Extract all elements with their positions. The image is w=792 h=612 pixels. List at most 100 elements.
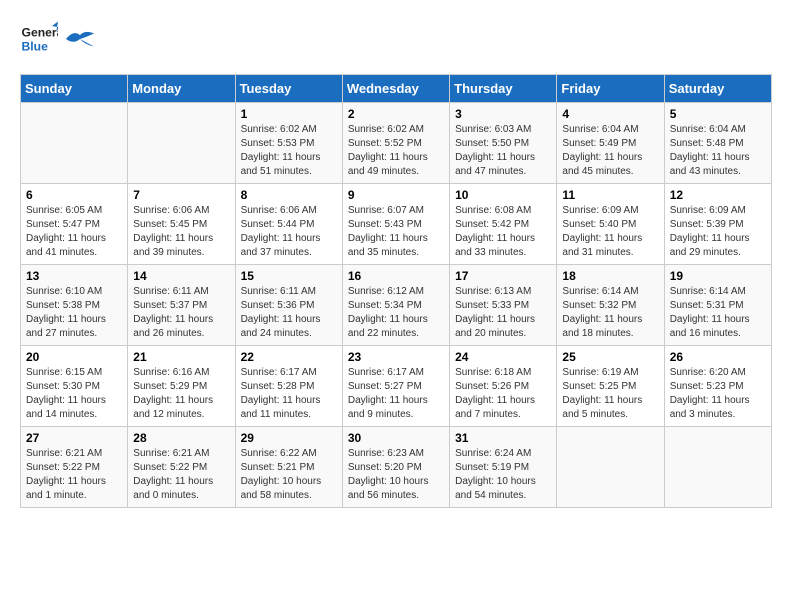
day-number: 12 [670, 188, 766, 202]
day-info: Sunrise: 6:10 AM Sunset: 5:38 PM Dayligh… [26, 285, 122, 341]
calendar-cell: 8 Sunrise: 6:06 AM Sunset: 5:44 PM Daylig… [235, 184, 342, 265]
calendar-cell: 16Sunrise: 6:12 AM Sunset: 5:34 PM Dayli… [342, 265, 449, 346]
day-info: Sunrise: 6:09 AM Sunset: 5:39 PM Dayligh… [670, 204, 766, 260]
day-number: 18 [562, 269, 658, 283]
day-info: Sunrise: 6:14 AM Sunset: 5:32 PM Dayligh… [562, 285, 658, 341]
calendar-week-row: 27 Sunrise: 6:21 AM Sunset: 5:22 PM Dayli… [21, 427, 772, 508]
calendar-cell [128, 103, 235, 184]
day-number: 14 [133, 269, 229, 283]
calendar-cell: 21 Sunrise: 6:16 AM Sunset: 5:29 PM Dayli… [128, 346, 235, 427]
day-info: Sunrise: 6:15 AM Sunset: 5:30 PM Dayligh… [26, 366, 122, 422]
logo-bird-icon [66, 25, 94, 53]
calendar-cell: 15 Sunrise: 6:11 AM Sunset: 5:36 PM Dayli… [235, 265, 342, 346]
day-info: Sunrise: 6:05 AM Sunset: 5:47 PM Dayligh… [26, 204, 122, 260]
day-info: Sunrise: 6:19 AM Sunset: 5:25 PM Dayligh… [562, 366, 658, 422]
day-info: Sunrise: 6:06 AM Sunset: 5:45 PM Dayligh… [133, 204, 229, 260]
day-number: 19 [670, 269, 766, 283]
day-info: Sunrise: 6:12 AM Sunset: 5:34 PM Dayligh… [348, 285, 444, 341]
calendar-cell: 12 Sunrise: 6:09 AM Sunset: 5:39 PM Dayli… [664, 184, 771, 265]
day-header-sunday: Sunday [21, 75, 128, 103]
logo-icon: General Blue [20, 20, 58, 58]
calendar-cell: 6 Sunrise: 6:05 AM Sunset: 5:47 PM Daylig… [21, 184, 128, 265]
calendar-cell: 9Sunrise: 6:07 AM Sunset: 5:43 PM Daylig… [342, 184, 449, 265]
day-number: 26 [670, 350, 766, 364]
day-number: 28 [133, 431, 229, 445]
day-number: 4 [562, 107, 658, 121]
day-header-tuesday: Tuesday [235, 75, 342, 103]
day-info: Sunrise: 6:09 AM Sunset: 5:40 PM Dayligh… [562, 204, 658, 260]
calendar-cell: 29Sunrise: 6:22 AM Sunset: 5:21 PM Dayli… [235, 427, 342, 508]
day-number: 5 [670, 107, 766, 121]
day-info: Sunrise: 6:17 AM Sunset: 5:28 PM Dayligh… [241, 366, 337, 422]
day-info: Sunrise: 6:20 AM Sunset: 5:23 PM Dayligh… [670, 366, 766, 422]
calendar-header-row: SundayMondayTuesdayWednesdayThursdayFrid… [21, 75, 772, 103]
day-number: 1 [241, 107, 337, 121]
day-info: Sunrise: 6:21 AM Sunset: 5:22 PM Dayligh… [133, 447, 229, 503]
calendar-cell: 22 Sunrise: 6:17 AM Sunset: 5:28 PM Dayli… [235, 346, 342, 427]
calendar-cell: 10 Sunrise: 6:08 AM Sunset: 5:42 PM Dayli… [450, 184, 557, 265]
day-number: 20 [26, 350, 122, 364]
day-info: Sunrise: 6:24 AM Sunset: 5:19 PM Dayligh… [455, 447, 551, 503]
day-number: 11 [562, 188, 658, 202]
day-number: 10 [455, 188, 551, 202]
calendar-cell: 23Sunrise: 6:17 AM Sunset: 5:27 PM Dayli… [342, 346, 449, 427]
day-number: 17 [455, 269, 551, 283]
day-info: Sunrise: 6:06 AM Sunset: 5:44 PM Dayligh… [241, 204, 337, 260]
day-number: 15 [241, 269, 337, 283]
calendar-cell: 11 Sunrise: 6:09 AM Sunset: 5:40 PM Dayli… [557, 184, 664, 265]
calendar-cell: 28 Sunrise: 6:21 AM Sunset: 5:22 PM Dayli… [128, 427, 235, 508]
day-number: 30 [348, 431, 444, 445]
svg-text:Blue: Blue [22, 39, 49, 53]
calendar-cell: 7 Sunrise: 6:06 AM Sunset: 5:45 PM Daylig… [128, 184, 235, 265]
day-info: Sunrise: 6:14 AM Sunset: 5:31 PM Dayligh… [670, 285, 766, 341]
day-number: 2 [348, 107, 444, 121]
day-info: Sunrise: 6:02 AM Sunset: 5:53 PM Dayligh… [241, 123, 337, 179]
day-info: Sunrise: 6:23 AM Sunset: 5:20 PM Dayligh… [348, 447, 444, 503]
day-number: 8 [241, 188, 337, 202]
calendar-cell: 19 Sunrise: 6:14 AM Sunset: 5:31 PM Dayli… [664, 265, 771, 346]
calendar-cell: 4 Sunrise: 6:04 AM Sunset: 5:49 PM Daylig… [557, 103, 664, 184]
calendar-week-row: 6 Sunrise: 6:05 AM Sunset: 5:47 PM Daylig… [21, 184, 772, 265]
day-number: 29 [241, 431, 337, 445]
calendar-cell: 17 Sunrise: 6:13 AM Sunset: 5:33 PM Dayli… [450, 265, 557, 346]
calendar-cell: 25 Sunrise: 6:19 AM Sunset: 5:25 PM Dayli… [557, 346, 664, 427]
day-number: 21 [133, 350, 229, 364]
calendar-cell: 20 Sunrise: 6:15 AM Sunset: 5:30 PM Dayli… [21, 346, 128, 427]
calendar-cell: 1 Sunrise: 6:02 AM Sunset: 5:53 PM Daylig… [235, 103, 342, 184]
day-number: 6 [26, 188, 122, 202]
calendar-week-row: 1 Sunrise: 6:02 AM Sunset: 5:53 PM Daylig… [21, 103, 772, 184]
day-info: Sunrise: 6:11 AM Sunset: 5:36 PM Dayligh… [241, 285, 337, 341]
day-header-monday: Monday [128, 75, 235, 103]
day-number: 3 [455, 107, 551, 121]
day-number: 25 [562, 350, 658, 364]
calendar-cell: 5Sunrise: 6:04 AM Sunset: 5:48 PM Daylig… [664, 103, 771, 184]
day-number: 7 [133, 188, 229, 202]
svg-text:General: General [22, 26, 58, 40]
calendar-cell: 26 Sunrise: 6:20 AM Sunset: 5:23 PM Dayli… [664, 346, 771, 427]
calendar-cell: 30 Sunrise: 6:23 AM Sunset: 5:20 PM Dayli… [342, 427, 449, 508]
calendar-cell [21, 103, 128, 184]
day-info: Sunrise: 6:13 AM Sunset: 5:33 PM Dayligh… [455, 285, 551, 341]
day-header-thursday: Thursday [450, 75, 557, 103]
calendar-cell: 24 Sunrise: 6:18 AM Sunset: 5:26 PM Dayli… [450, 346, 557, 427]
calendar-cell: 13 Sunrise: 6:10 AM Sunset: 5:38 PM Dayli… [21, 265, 128, 346]
day-number: 9 [348, 188, 444, 202]
calendar-table: SundayMondayTuesdayWednesdayThursdayFrid… [20, 74, 772, 508]
day-info: Sunrise: 6:08 AM Sunset: 5:42 PM Dayligh… [455, 204, 551, 260]
calendar-cell: 31 Sunrise: 6:24 AM Sunset: 5:19 PM Dayli… [450, 427, 557, 508]
calendar-cell: 14Sunrise: 6:11 AM Sunset: 5:37 PM Dayli… [128, 265, 235, 346]
day-number: 13 [26, 269, 122, 283]
page-header: General Blue [20, 20, 772, 58]
day-info: Sunrise: 6:03 AM Sunset: 5:50 PM Dayligh… [455, 123, 551, 179]
day-info: Sunrise: 6:04 AM Sunset: 5:49 PM Dayligh… [562, 123, 658, 179]
calendar-cell: 2Sunrise: 6:02 AM Sunset: 5:52 PM Daylig… [342, 103, 449, 184]
day-number: 31 [455, 431, 551, 445]
calendar-cell: 18 Sunrise: 6:14 AM Sunset: 5:32 PM Dayli… [557, 265, 664, 346]
day-info: Sunrise: 6:16 AM Sunset: 5:29 PM Dayligh… [133, 366, 229, 422]
logo: General Blue [20, 20, 94, 58]
day-number: 24 [455, 350, 551, 364]
day-number: 22 [241, 350, 337, 364]
day-header-saturday: Saturday [664, 75, 771, 103]
day-info: Sunrise: 6:18 AM Sunset: 5:26 PM Dayligh… [455, 366, 551, 422]
day-number: 27 [26, 431, 122, 445]
